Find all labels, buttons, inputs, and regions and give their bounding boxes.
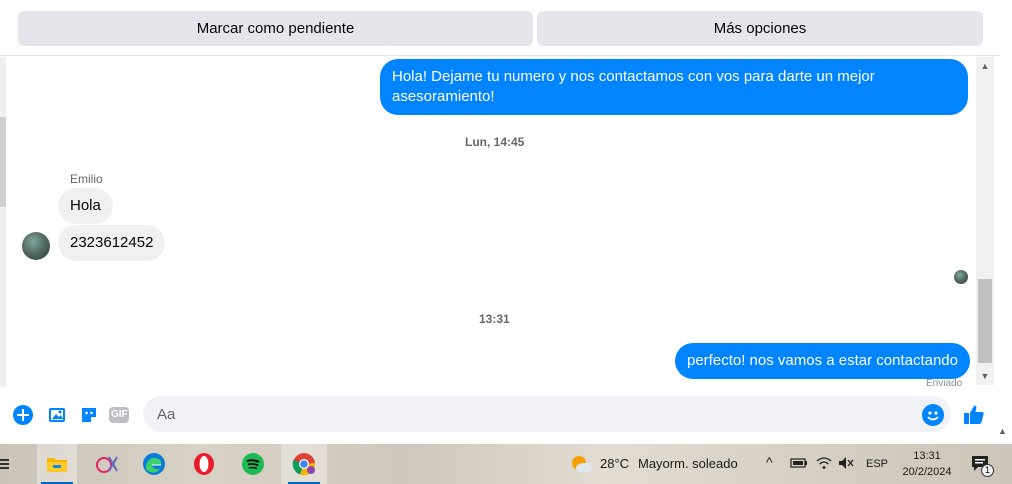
edge-icon[interactable] bbox=[134, 444, 174, 484]
sender-name: Emilio bbox=[70, 172, 103, 186]
chevron-up-icon[interactable]: ^ bbox=[766, 455, 780, 469]
incoming-message[interactable]: Hola bbox=[58, 188, 113, 224]
read-receipt-avatar bbox=[954, 270, 968, 284]
language-indicator[interactable]: ESP bbox=[866, 458, 888, 470]
window-scroll-down-icon[interactable]: ▲ bbox=[998, 426, 1007, 436]
incoming-message[interactable]: 2323612452 bbox=[58, 225, 166, 261]
photo-icon[interactable] bbox=[46, 404, 68, 426]
conversation-action-bar: Marcar como pendiente Más opciones bbox=[0, 0, 1000, 56]
system-clock[interactable]: 13:31 20/2/2024 bbox=[898, 448, 956, 480]
scroll-up-arrow-icon[interactable]: ▲ bbox=[976, 57, 994, 75]
timestamp-separator: 13:31 bbox=[479, 312, 510, 326]
mark-pending-button[interactable]: Marcar como pendiente bbox=[18, 11, 533, 46]
opera-icon[interactable] bbox=[184, 444, 224, 484]
wifi-icon[interactable] bbox=[816, 456, 832, 475]
gif-icon[interactable]: GIF bbox=[108, 404, 130, 426]
chat-scrollbar[interactable]: ▲ ▼ bbox=[976, 57, 994, 385]
scroll-thumb[interactable] bbox=[978, 279, 992, 363]
gif-label: GIF bbox=[111, 409, 128, 420]
clock-time: 13:31 bbox=[913, 450, 941, 462]
weather-icon[interactable] bbox=[569, 453, 593, 475]
notifications-icon[interactable]: 1 bbox=[970, 454, 994, 477]
thumbs-up-icon[interactable] bbox=[962, 403, 986, 427]
outgoing-message[interactable]: perfecto! nos vamos a estar contactando bbox=[675, 343, 970, 379]
task-view-icon[interactable] bbox=[0, 444, 16, 484]
weather-description[interactable]: Mayorm. soleado bbox=[638, 456, 738, 471]
scroll-down-arrow-icon[interactable]: ▼ bbox=[976, 367, 994, 385]
plus-circle-icon[interactable] bbox=[12, 404, 34, 426]
emoji-icon[interactable] bbox=[922, 404, 944, 426]
sent-status-label: Enviado bbox=[926, 378, 963, 387]
more-options-button[interactable]: Más opciones bbox=[537, 11, 983, 46]
windows-taskbar: 28°C Mayorm. soleado ^ ESP 13:31 20/2/20… bbox=[0, 444, 1012, 484]
outgoing-message[interactable]: Hola! Dejame tu numero y nos contactamos… bbox=[380, 59, 968, 115]
message-thread: Hola! Dejame tu numero y nos contactamos… bbox=[6, 57, 976, 387]
sticker-icon[interactable] bbox=[78, 404, 100, 426]
timestamp-separator: Lun, 14:45 bbox=[465, 135, 525, 149]
notification-count-badge: 1 bbox=[981, 464, 994, 477]
screen: Marcar como pendiente Más opciones Hola!… bbox=[0, 0, 1012, 484]
contact-avatar[interactable] bbox=[22, 232, 50, 260]
snipping-tool-icon[interactable] bbox=[87, 444, 127, 484]
file-explorer-icon[interactable] bbox=[37, 444, 77, 484]
weather-temperature[interactable]: 28°C bbox=[600, 456, 629, 471]
battery-icon[interactable] bbox=[790, 456, 808, 475]
spotify-icon[interactable] bbox=[233, 444, 273, 484]
clock-date: 20/2/2024 bbox=[902, 466, 952, 478]
message-input[interactable] bbox=[143, 396, 951, 432]
message-composer: GIF bbox=[0, 387, 1000, 441]
chrome-icon[interactable] bbox=[281, 444, 327, 484]
volume-muted-icon[interactable] bbox=[838, 456, 854, 475]
